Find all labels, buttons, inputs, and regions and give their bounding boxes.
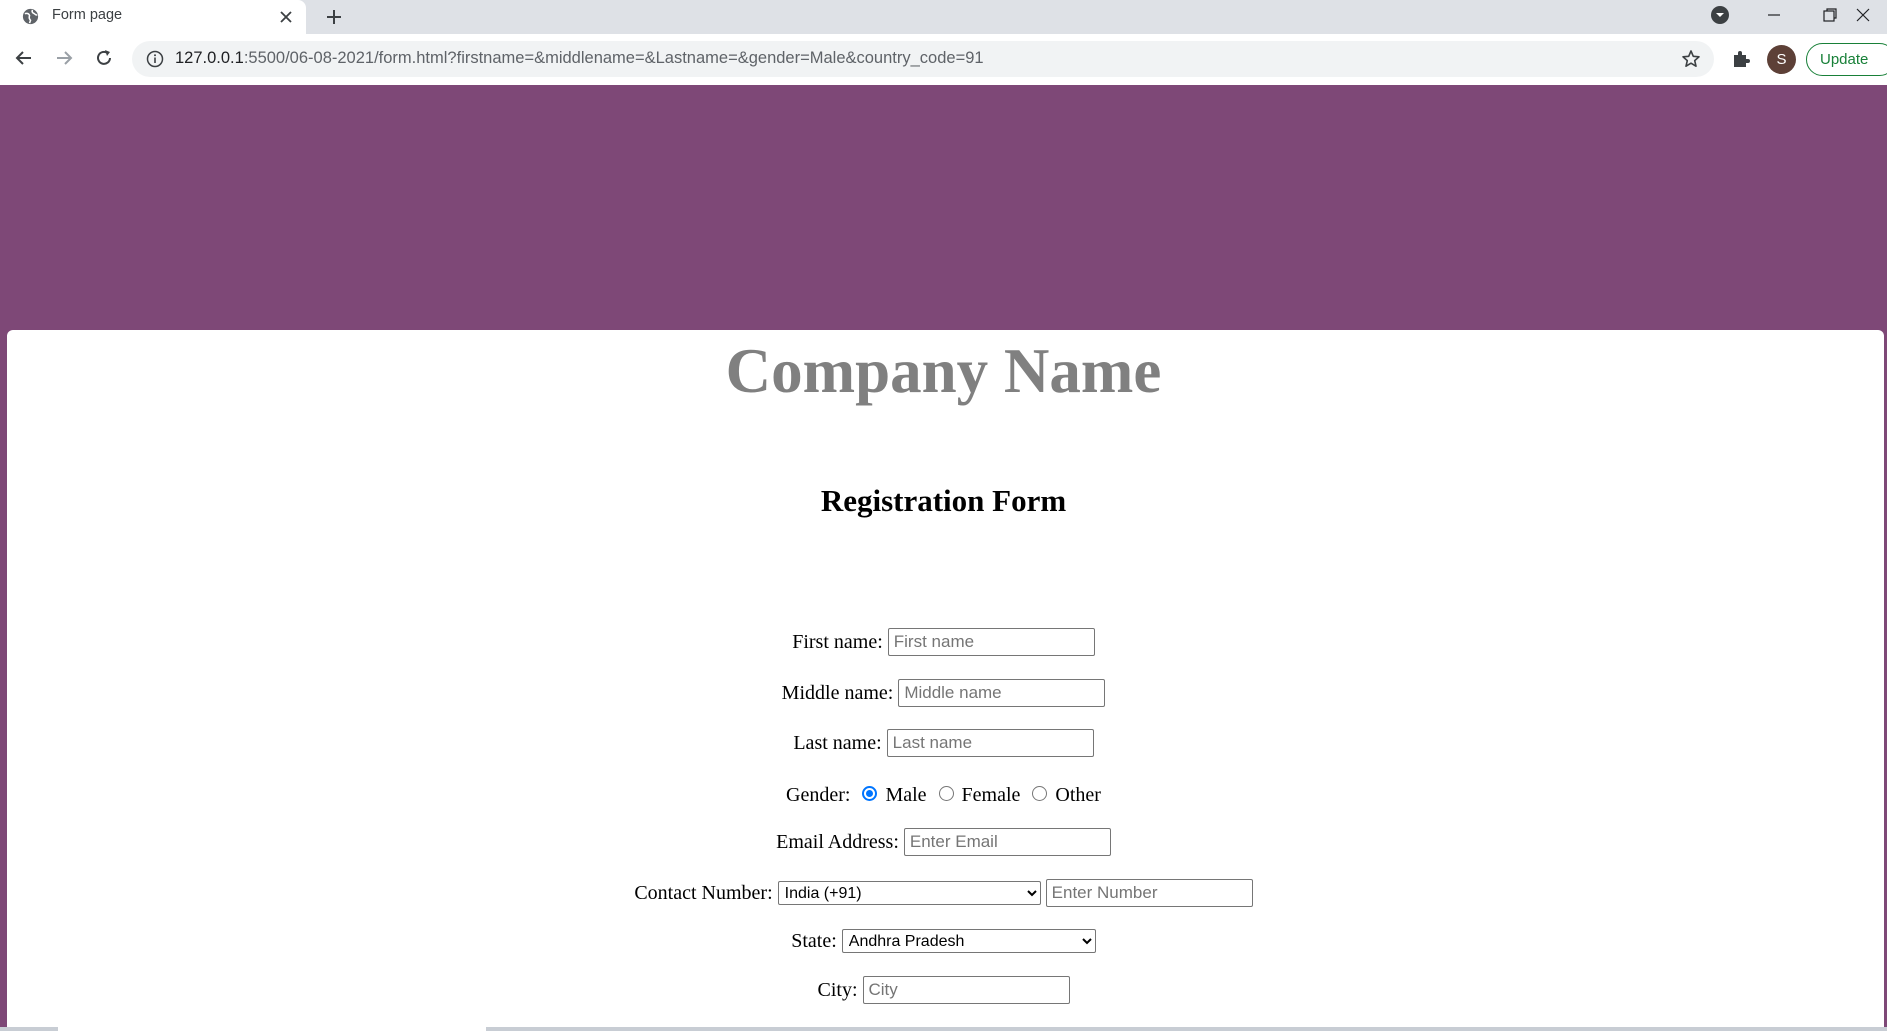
profile-avatar[interactable]: S — [1767, 45, 1796, 74]
last-name-input[interactable] — [886, 729, 1094, 757]
gender-row: Gender: Male Female Other — [0, 781, 1887, 809]
city-row: City: — [0, 976, 1887, 1004]
state-select[interactable]: Andhra Pradesh — [841, 929, 1096, 953]
info-icon[interactable] — [146, 50, 164, 68]
tab-search-button[interactable] — [1692, 0, 1748, 30]
middle-name-label: Middle name: — [781, 681, 894, 704]
new-tab-icon[interactable] — [323, 6, 345, 28]
gender-male-label: Male — [885, 783, 927, 806]
browser-tab[interactable]: Form page — [0, 0, 306, 34]
contact-label: Contact Number: — [634, 881, 773, 904]
state-label: State: — [791, 929, 837, 952]
close-window-button[interactable] — [1855, 0, 1887, 30]
contact-row: Contact Number: India (+91) — [0, 879, 1887, 907]
gender-male-radio[interactable] — [862, 785, 878, 801]
last-name-row: Last name: — [0, 729, 1887, 757]
url-text: 127.0.0.1:5500/06-08-2021/form.html?firs… — [175, 49, 984, 68]
city-input[interactable] — [862, 976, 1070, 1004]
country-code-select[interactable]: India (+91) — [777, 881, 1041, 905]
middle-name-row: Middle name: — [0, 679, 1887, 707]
forward-button[interactable] — [49, 43, 79, 73]
extensions-puzzle-icon[interactable] — [1730, 47, 1752, 69]
reload-icon — [97, 50, 111, 65]
update-button[interactable]: Update — [1806, 43, 1887, 76]
first-name-input[interactable] — [887, 628, 1095, 656]
gender-female-radio[interactable] — [938, 785, 954, 801]
city-label: City: — [817, 978, 858, 1001]
minimize-button[interactable] — [1746, 0, 1802, 30]
minimize-icon — [1768, 14, 1780, 16]
gender-female-label: Female — [961, 783, 1021, 806]
url-host: 127.0.0.1 — [175, 49, 244, 67]
gender-label: Gender: — [786, 783, 851, 806]
company-name-heading: Company Name — [725, 336, 1162, 406]
browser-toolbar: 127.0.0.1:5500/06-08-2021/form.html?firs… — [0, 34, 1887, 85]
chevron-down-circle-icon — [1711, 6, 1729, 24]
gender-other-label: Other — [1055, 783, 1101, 806]
scrollbar-thumb[interactable] — [58, 1027, 486, 1031]
address-bar[interactable]: 127.0.0.1:5500/06-08-2021/form.html?firs… — [132, 41, 1714, 77]
globe-icon — [22, 8, 39, 25]
last-name-label: Last name: — [793, 731, 882, 754]
state-row: State: Andhra Pradesh — [0, 929, 1887, 953]
close-tab-icon[interactable] — [276, 7, 296, 27]
email-input[interactable] — [903, 828, 1111, 856]
arrow-left-icon — [15, 51, 31, 65]
arrow-right-icon — [57, 51, 73, 65]
close-icon — [1856, 8, 1870, 22]
reload-button[interactable] — [89, 43, 119, 73]
first-name-label: First name: — [792, 630, 883, 653]
gender-other-radio[interactable] — [1032, 785, 1048, 801]
restore-icon — [1823, 8, 1837, 22]
tab-title: Form page — [52, 7, 123, 23]
email-row: Email Address: — [0, 828, 1887, 856]
contact-number-input[interactable] — [1045, 879, 1253, 907]
url-path: :5500/06-08-2021/form.html?firstname=&mi… — [243, 49, 984, 67]
tab-strip: Form page — [0, 0, 1887, 34]
horizontal-scrollbar[interactable] — [0, 1027, 1887, 1031]
bookmark-star-icon[interactable] — [1680, 48, 1702, 70]
middle-name-input[interactable] — [898, 679, 1106, 707]
restore-button[interactable] — [1802, 0, 1858, 30]
registration-form-title: Registration Form — [820, 483, 1067, 518]
back-button[interactable] — [9, 43, 39, 73]
email-label: Email Address: — [776, 830, 899, 853]
first-name-row: First name: — [0, 628, 1887, 656]
